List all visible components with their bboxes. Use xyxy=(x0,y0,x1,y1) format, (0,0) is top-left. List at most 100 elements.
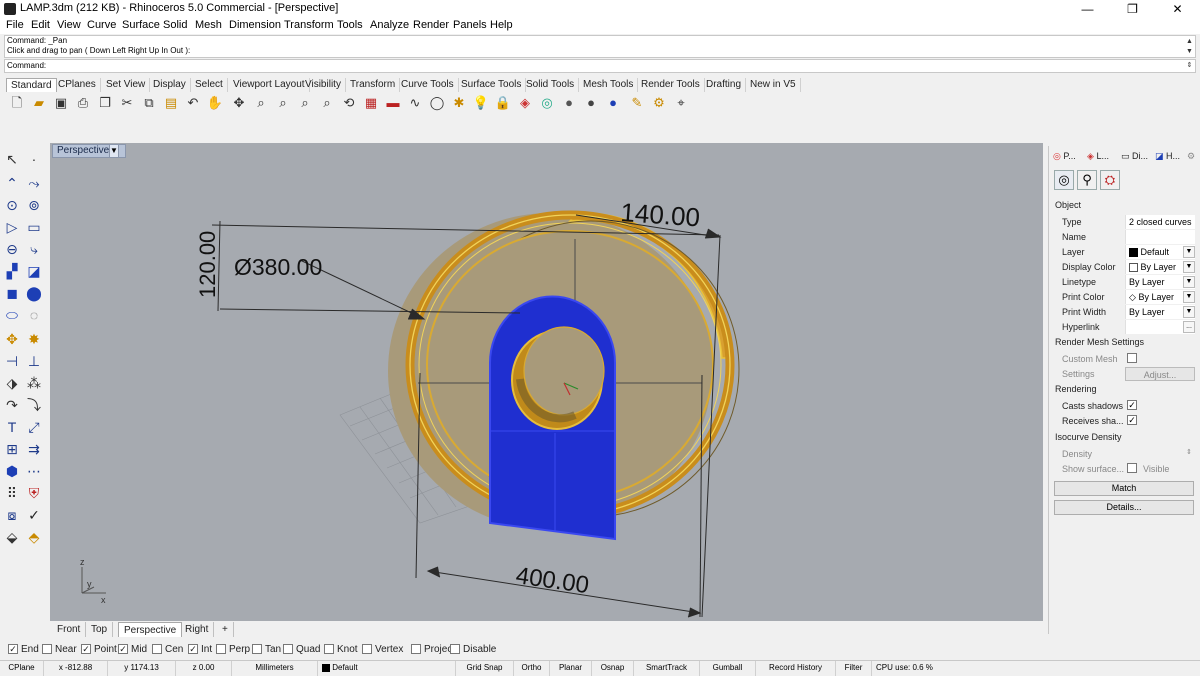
scroll-up-icon[interactable]: ▲ xyxy=(1185,37,1194,47)
osnap-point[interactable]: ✓ Point xyxy=(81,643,117,657)
osnap-vertex[interactable]: Vertex xyxy=(362,643,403,657)
command-input[interactable]: Command: ⇕ xyxy=(4,59,1196,73)
osnap-checkbox[interactable] xyxy=(216,644,226,655)
minimize-button[interactable]: — xyxy=(1065,0,1110,18)
menu-view[interactable]: View xyxy=(57,19,81,31)
tab-curve-tools[interactable]: Curve Tools xyxy=(397,78,459,92)
rotate-icon[interactable]: ✥ xyxy=(230,94,248,112)
tab-right[interactable]: Right xyxy=(180,622,215,637)
perspective-viewport[interactable]: 140.00 120.00 Ø380.00 400.00 z y x Persp… xyxy=(50,143,1043,621)
filter-toggle[interactable]: Filter xyxy=(836,661,872,676)
planar-toggle[interactable]: Planar xyxy=(550,661,592,676)
tab-visibility[interactable]: Visibility xyxy=(301,78,346,92)
zoom-dynamic-icon[interactable]: ⌕ xyxy=(274,94,292,112)
transform-tool-icon[interactable]: ✥ xyxy=(2,330,22,348)
render-tool-icon[interactable]: ⬘ xyxy=(24,528,44,546)
menu-help[interactable]: Help xyxy=(490,19,513,31)
zoom-selected-icon[interactable]: ⌕ xyxy=(318,94,336,112)
osnap-checkbox[interactable] xyxy=(152,644,162,655)
offset-tool-icon[interactable]: ↷ xyxy=(2,396,22,414)
osnap-checkbox[interactable]: ✓ xyxy=(8,644,18,655)
rotate-view-icon[interactable]: ⟲ xyxy=(340,94,358,112)
tab-mesh-tools[interactable]: Mesh Tools xyxy=(579,78,639,92)
osnap-cen[interactable]: Cen xyxy=(152,643,183,657)
name-field[interactable] xyxy=(1125,230,1195,244)
ellipse-tool-icon[interactable]: ⊚ xyxy=(24,196,44,214)
menu-solid[interactable]: Solid xyxy=(163,19,187,31)
osnap-checkbox[interactable] xyxy=(450,644,460,655)
mirror-tool-icon[interactable]: ⇉ xyxy=(24,440,44,458)
copy-icon[interactable]: ⧉ xyxy=(140,94,158,112)
rectangle-tool-icon[interactable]: ▭ xyxy=(24,218,44,236)
receives-shadows-checkbox[interactable]: ✓ xyxy=(1127,415,1137,425)
history-tool-icon[interactable]: ⛨ xyxy=(24,484,44,502)
rhino-app-icon[interactable] xyxy=(4,3,16,15)
osnap-tan[interactable]: Tan xyxy=(252,643,281,657)
osnap-checkbox[interactable] xyxy=(324,644,334,655)
open-icon[interactable]: ▰ xyxy=(30,94,48,112)
tab-properties[interactable]: ◎ P... xyxy=(1053,150,1076,164)
car-icon[interactable]: ▬ xyxy=(384,94,402,112)
tab-select[interactable]: Select xyxy=(191,78,228,92)
osnap-checkbox[interactable] xyxy=(362,644,372,655)
select-arrow-icon[interactable]: ↖ xyxy=(2,150,22,168)
osnap-quad[interactable]: Quad xyxy=(283,643,320,657)
tab-layers[interactable]: ◈ L... xyxy=(1087,150,1109,164)
dimension-tool-icon[interactable]: ⋯ xyxy=(24,462,44,480)
scale-tool-icon[interactable]: ⤢ xyxy=(24,418,44,436)
curve-control-icon[interactable]: ⤳ xyxy=(24,174,44,192)
command-dropdown-icon[interactable]: ⇕ xyxy=(1185,60,1194,72)
menu-tools[interactable]: Tools xyxy=(337,19,363,31)
color-wheel-icon[interactable]: ◎ xyxy=(538,94,556,112)
solid-box-icon[interactable]: ⬢ xyxy=(2,462,22,480)
maximize-button[interactable]: ❐ xyxy=(1110,0,1155,18)
cut-icon[interactable]: ✂ xyxy=(118,94,136,112)
box-tool-icon[interactable]: ◼ xyxy=(2,284,22,302)
material-icon[interactable]: ⚲ xyxy=(1077,170,1097,190)
tab-transform[interactable]: Transform xyxy=(346,78,401,92)
light-icon[interactable]: 💡 xyxy=(472,94,490,112)
tab-viewport-layout[interactable]: Viewport Layout xyxy=(229,78,310,92)
menu-curve[interactable]: Curve xyxy=(87,19,116,31)
globe-icon[interactable]: ● xyxy=(604,94,622,112)
check-tool-icon[interactable]: ✓ xyxy=(24,506,44,524)
osnap-int[interactable]: ✓ Int xyxy=(188,643,212,657)
help-icon[interactable]: ⌖ xyxy=(672,94,690,112)
gumball-toggle[interactable]: Gumball xyxy=(700,661,756,676)
osnap-checkbox[interactable] xyxy=(42,644,52,655)
chevron-down-icon[interactable]: ▼ xyxy=(1183,291,1195,303)
osnap-end[interactable]: ✓ End xyxy=(8,643,39,657)
zoom-extents-icon[interactable]: ⌕ xyxy=(296,94,314,112)
menu-transform[interactable]: Transform xyxy=(284,19,334,31)
polygon-tool-icon[interactable]: ▷ xyxy=(2,218,22,236)
osnap-checkbox[interactable] xyxy=(411,644,421,655)
circle-tool-icon[interactable]: ⊙ xyxy=(2,196,22,214)
menu-surface[interactable]: Surface xyxy=(122,19,160,31)
menu-analyze[interactable]: Analyze xyxy=(370,19,409,31)
close-button[interactable]: ✕ xyxy=(1155,0,1200,18)
tab-cplanes[interactable]: CPlanes xyxy=(54,78,101,92)
chevron-down-icon[interactable]: ▼ xyxy=(1183,261,1195,273)
layer-indicator[interactable]: Default xyxy=(318,661,456,676)
osnap-checkbox[interactable]: ✓ xyxy=(81,644,91,655)
layout-tool-icon[interactable]: ⧇ xyxy=(2,506,22,524)
mounting-plate[interactable] xyxy=(489,295,616,541)
mesh-tool-icon[interactable]: ◌ xyxy=(24,306,44,324)
text-tool-icon[interactable]: T xyxy=(2,418,22,436)
tab-new-in-v5[interactable]: New in V5 xyxy=(746,78,801,92)
chevron-down-icon[interactable]: ▼ xyxy=(1183,306,1195,318)
curve-icon[interactable]: ∿ xyxy=(406,94,424,112)
print-icon[interactable]: ⎙ xyxy=(74,94,92,112)
trim-tool-icon[interactable]: ⤵ xyxy=(24,396,44,414)
grid-snap-toggle[interactable]: Grid Snap xyxy=(456,661,514,676)
object-properties-icon[interactable]: ◎ xyxy=(1054,170,1074,190)
osnap-checkbox[interactable] xyxy=(252,644,262,655)
match-button[interactable]: Match xyxy=(1054,481,1194,496)
tab-surface-tools[interactable]: Surface Tools xyxy=(457,78,527,92)
tab-drafting[interactable]: Drafting xyxy=(702,78,747,92)
sphere-icon[interactable]: ● xyxy=(560,94,578,112)
extrude-surface-icon[interactable]: ◪ xyxy=(24,262,44,280)
hyperlink-browse-button[interactable]: ... xyxy=(1183,321,1195,333)
show-surface-checkbox[interactable] xyxy=(1127,463,1137,473)
tab-standard[interactable]: Standard xyxy=(6,78,57,92)
